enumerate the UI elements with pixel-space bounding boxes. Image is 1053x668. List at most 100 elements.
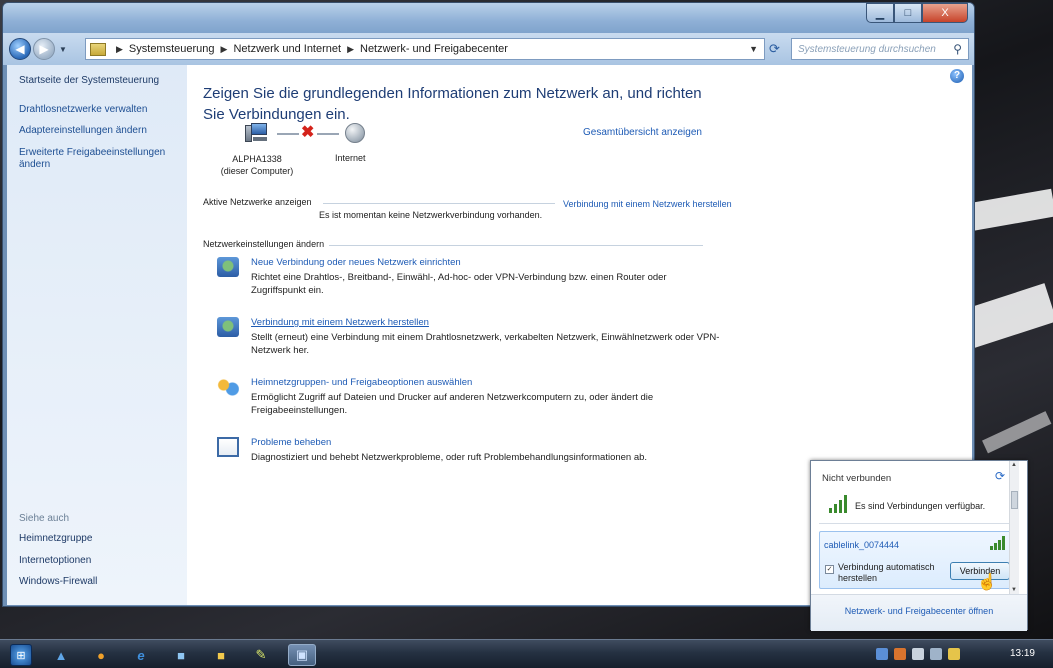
maximize-button[interactable]: □ xyxy=(894,3,922,23)
task-description: Richtet eine Drahtlos-, Breitband-, Einw… xyxy=(251,272,667,296)
search-input[interactable]: Systemsteuerung durchsuchen ⚲ xyxy=(791,38,969,60)
firefox-icon[interactable]: ● xyxy=(90,644,112,666)
window-controls: ▁ □ X xyxy=(866,3,968,23)
auto-connect-checkbox[interactable]: ✓ xyxy=(825,565,834,574)
flyout-divider xyxy=(819,523,1015,524)
clock[interactable]: 13:19 xyxy=(1010,648,1035,659)
wireless-network-item[interactable]: cablelink_0074444 ✓ Verbindung automatis… xyxy=(819,531,1015,591)
connection-line xyxy=(277,133,299,135)
see-also-heading: Siehe auch xyxy=(19,513,70,524)
computer-subtitle: (dieser Computer) xyxy=(220,166,294,176)
flyout-list: Nicht verbunden ⟳ Es sind Verbindungen v… xyxy=(811,461,1019,594)
breadcrumb-separator-icon[interactable]: ▶ xyxy=(221,44,228,55)
connect-network-icon xyxy=(217,317,239,337)
start-button[interactable]: ⊞ xyxy=(10,644,32,666)
back-button[interactable]: ◀ xyxy=(9,38,31,60)
network-signal-icon xyxy=(990,536,1006,550)
title-bar[interactable]: ▁ □ X xyxy=(3,3,974,33)
signal-bar xyxy=(829,508,832,513)
sidebar-item-firewall[interactable]: Windows-Firewall xyxy=(19,576,97,589)
recent-pages-dropdown-icon[interactable]: ▼ xyxy=(59,45,67,54)
pc-base xyxy=(253,137,267,141)
task-link-connect[interactable]: Verbindung mit einem Netzwerk herstellen xyxy=(251,317,429,328)
computer-icon[interactable] xyxy=(245,123,269,143)
connection-line xyxy=(317,133,339,135)
task-link-troubleshoot[interactable]: Probleme beheben xyxy=(251,437,331,448)
disconnected-x-icon[interactable]: ✖ xyxy=(301,124,314,142)
signal-bar xyxy=(998,540,1001,550)
signal-bar xyxy=(990,546,993,550)
close-button[interactable]: X xyxy=(922,3,968,23)
paint-icon[interactable]: ✎ xyxy=(250,644,272,666)
network-tray-icon[interactable] xyxy=(912,648,924,660)
breadcrumb-separator-icon[interactable]: ▶ xyxy=(347,44,354,55)
windows-logo-icon: ⊞ xyxy=(16,649,26,662)
taskbar: ⊞ ▲ ● e ■ ■ ✎ ▣ 13:19 xyxy=(0,639,1053,668)
troubleshoot-icon xyxy=(217,437,239,457)
task-link-new-connection[interactable]: Neue Verbindung oder neues Netzwerk einr… xyxy=(251,257,461,268)
pc-screen xyxy=(251,123,267,135)
homegroup-icon xyxy=(217,377,239,397)
sidebar-item-sharing[interactable]: Erweiterte Freigabeeinstellungen ändern xyxy=(19,147,175,172)
task-link-homegroup[interactable]: Heimnetzgruppen- und Freigabeoptionen au… xyxy=(251,377,472,388)
internet-globe-icon[interactable] xyxy=(345,123,365,143)
task-description: Ermöglicht Zugriff auf Dateien und Druck… xyxy=(251,392,654,416)
sidebar: Startseite der Systemsteuerung Drahtlosn… xyxy=(7,65,187,605)
search-icon[interactable]: ⚲ xyxy=(953,42,962,56)
tray-icon[interactable] xyxy=(876,648,888,660)
breadcrumb-item[interactable]: Netzwerk und Internet xyxy=(233,43,341,55)
signal-bars-icon xyxy=(829,495,851,513)
taskbar-app-icon[interactable]: ▲ xyxy=(50,644,72,666)
network-settings-label: Netzwerkeinstellungen ändern xyxy=(203,239,325,249)
tray-icon[interactable] xyxy=(948,648,960,660)
signal-bar xyxy=(844,495,847,513)
back-arrow-icon: ◀ xyxy=(15,42,25,56)
breadcrumb-item[interactable]: Netzwerk- und Freigabecenter xyxy=(360,43,508,55)
control-panel-taskbar-icon[interactable]: ▣ xyxy=(288,644,316,666)
open-network-center-link[interactable]: Netzwerk- und Freigabecenter öffnen xyxy=(811,606,1027,616)
address-dropdown-icon[interactable]: ▼ xyxy=(749,44,758,54)
folder-icon[interactable]: ■ xyxy=(210,644,232,666)
available-connections-text: Es sind Verbindungen verfügbar. xyxy=(855,501,986,511)
scroll-down-icon[interactable]: ▼ xyxy=(1011,587,1017,593)
connect-network-link[interactable]: Verbindung mit einem Netzwerk herstellen xyxy=(563,199,732,209)
wallpaper-streak xyxy=(982,411,1052,454)
help-icon[interactable]: ? xyxy=(950,69,964,83)
volume-tray-icon[interactable] xyxy=(930,648,942,660)
tray-icon[interactable] xyxy=(894,648,906,660)
breadcrumb-separator-icon[interactable]: ▶ xyxy=(116,44,123,55)
minimize-button[interactable]: ▁ xyxy=(866,3,894,23)
explorer-icon[interactable]: ■ xyxy=(170,644,192,666)
flyout-footer: Netzwerk- und Freigabecenter öffnen xyxy=(811,594,1027,631)
search-placeholder: Systemsteuerung durchsuchen xyxy=(798,43,936,55)
address-bar[interactable]: ▶ Systemsteuerung ▶ Netzwerk und Interne… xyxy=(85,38,765,60)
forward-button[interactable]: ▶ xyxy=(33,38,55,60)
signal-bar xyxy=(1002,536,1005,550)
see-also-section: Siehe auch Heimnetzgruppe Internetoption… xyxy=(19,513,97,598)
network-flyout: Nicht verbunden ⟳ Es sind Verbindungen v… xyxy=(810,460,1028,631)
full-map-link[interactable]: Gesamtübersicht anzeigen xyxy=(583,127,702,138)
refresh-icon[interactable]: ⟳ xyxy=(995,469,1005,483)
signal-bar xyxy=(994,543,997,550)
sidebar-item-homegroup[interactable]: Heimnetzgruppe xyxy=(19,533,97,546)
computer-label: ALPHA1338 (dieser Computer) xyxy=(217,153,297,177)
section-divider xyxy=(329,245,703,246)
sidebar-item-adapter[interactable]: Adaptereinstellungen ändern xyxy=(19,125,175,138)
no-connection-text: Es ist momentan keine Netzwerkverbindung… xyxy=(319,210,543,220)
sidebar-item-wireless[interactable]: Drahtlosnetzwerke verwalten xyxy=(19,104,175,117)
scroll-up-icon[interactable]: ▲ xyxy=(1011,462,1017,468)
internet-explorer-icon[interactable]: e xyxy=(130,644,152,666)
page-title: Zeigen Sie die grundlegenden Information… xyxy=(203,85,702,123)
sidebar-item-internet-options[interactable]: Internetoptionen xyxy=(19,555,97,568)
hand-cursor-icon: ☝ xyxy=(977,574,997,591)
scrollbar-thumb[interactable] xyxy=(1011,491,1018,509)
sidebar-item-home[interactable]: Startseite der Systemsteuerung xyxy=(19,75,175,88)
network-name: cablelink_0074444 xyxy=(824,540,900,550)
refresh-icon[interactable]: ⟳ xyxy=(769,41,780,57)
signal-bar xyxy=(839,500,842,513)
navigation-bar: ◀ ▶ ▼ ▶ Systemsteuerung ▶ Netzwerk und I… xyxy=(3,33,974,65)
active-networks-label: Aktive Netzwerke anzeigen xyxy=(203,197,312,207)
new-connection-icon xyxy=(217,257,239,277)
breadcrumb-item[interactable]: Systemsteuerung xyxy=(129,43,215,55)
flyout-scrollbar[interactable]: ▲ ▼ xyxy=(1009,461,1019,594)
